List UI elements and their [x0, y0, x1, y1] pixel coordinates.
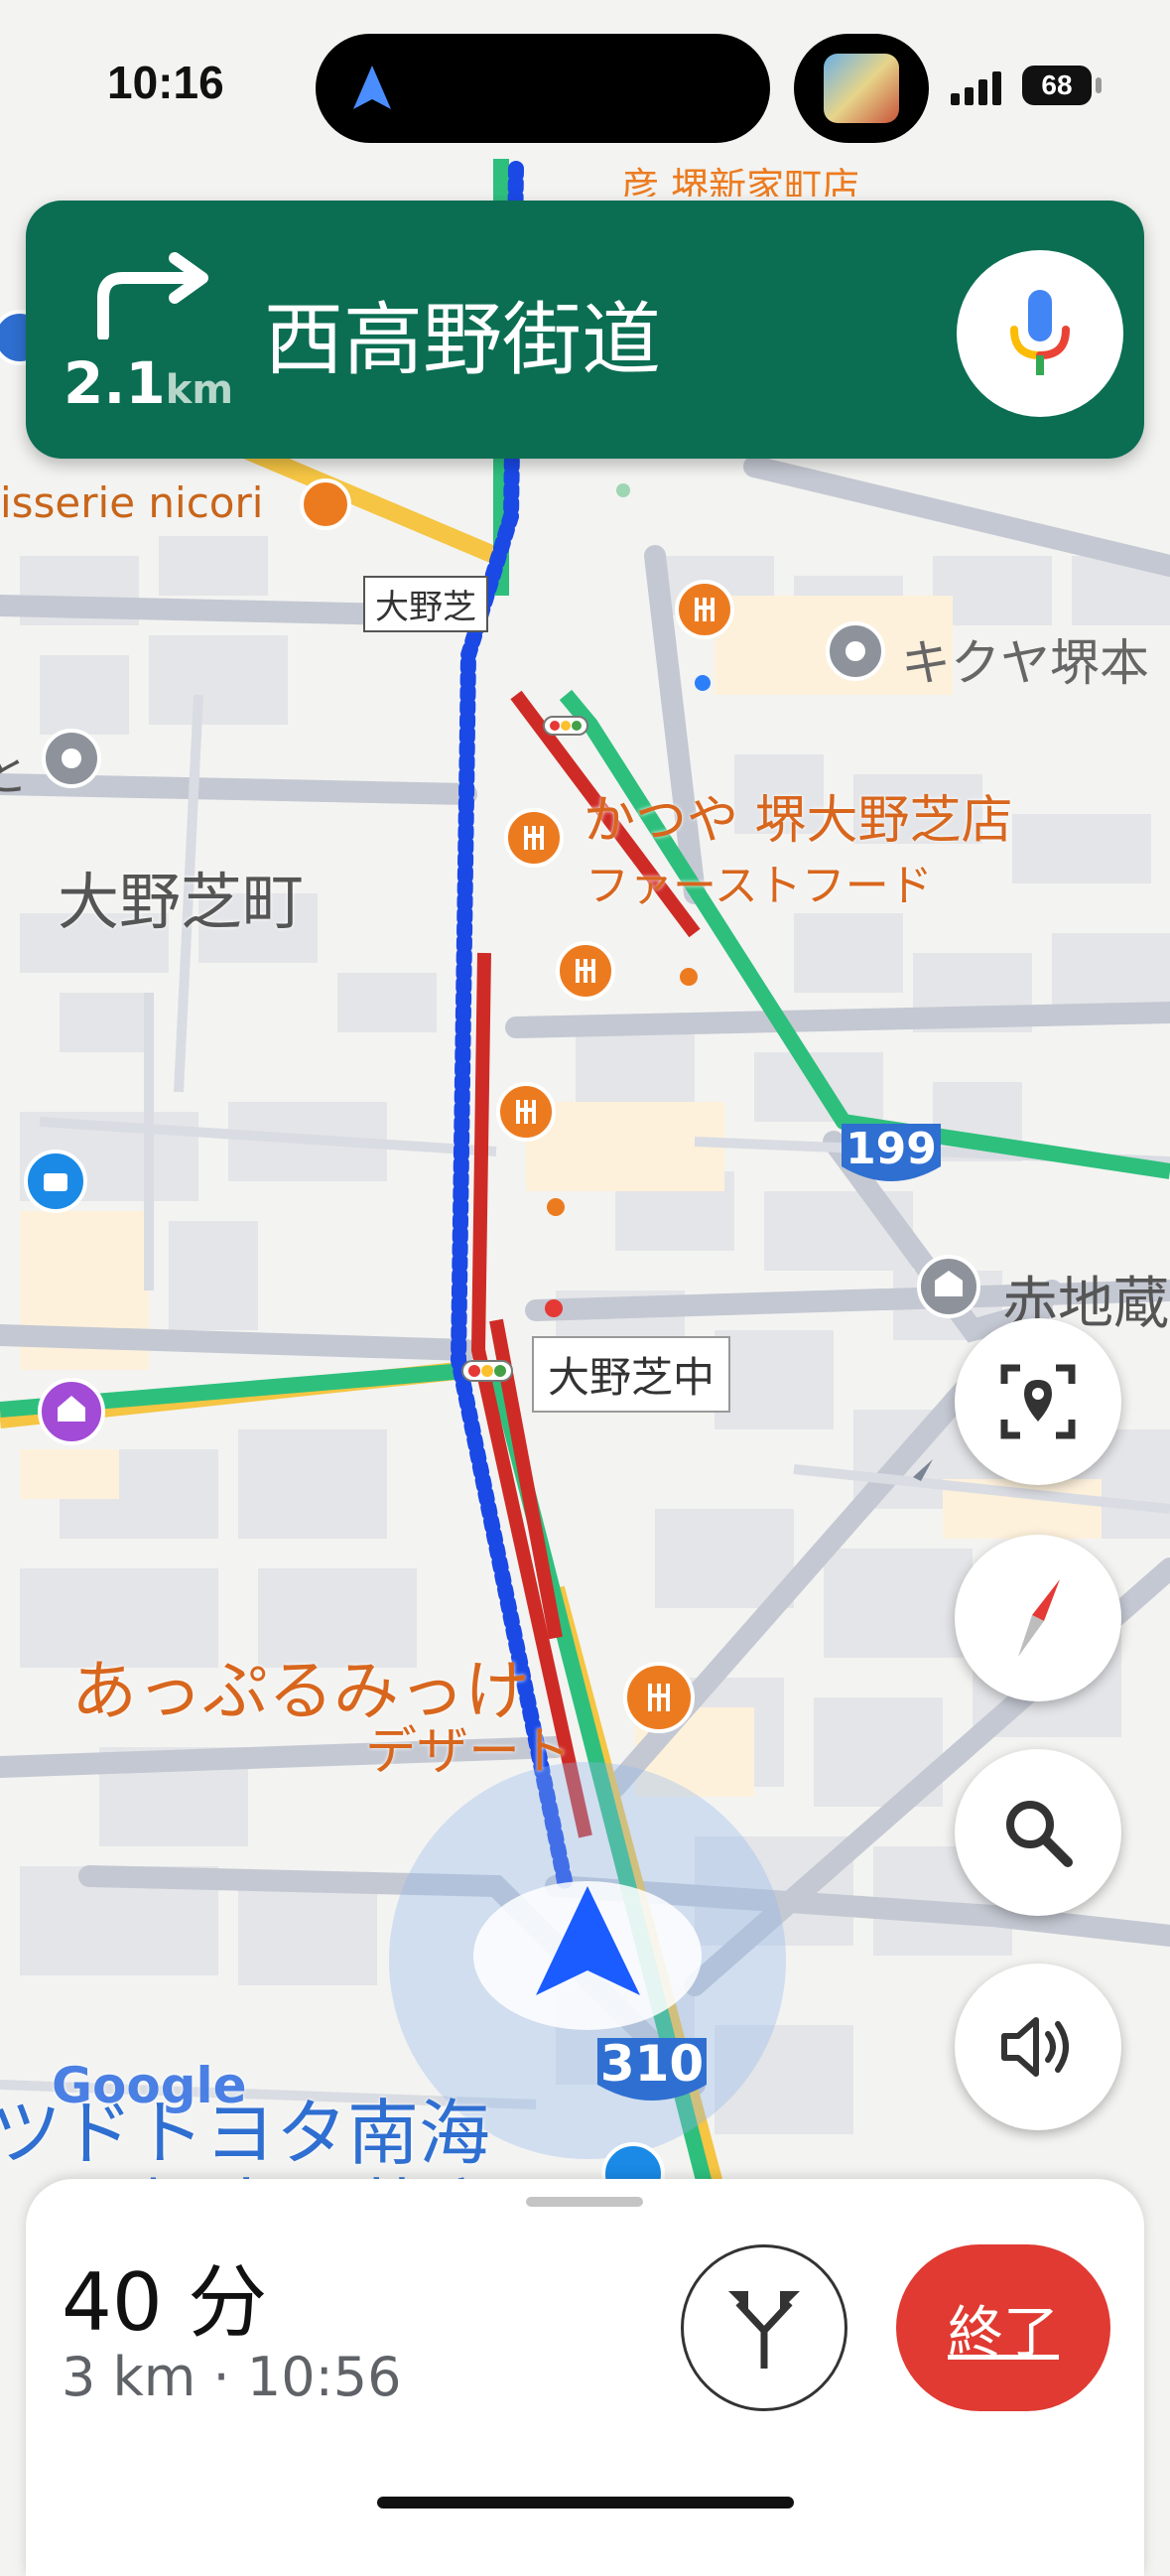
- status-time: 10:16: [107, 57, 224, 108]
- alternate-routes-button[interactable]: [681, 2244, 847, 2411]
- voice-search-button[interactable]: [957, 250, 1123, 417]
- sheet-drag-handle[interactable]: [526, 2197, 643, 2207]
- app-thumbnail[interactable]: [794, 34, 929, 143]
- map-label-route-310: 310: [599, 2035, 705, 2093]
- status-bar: 10:16 68: [0, 0, 1170, 169]
- map-label-patisserie: isserie nicori: [0, 478, 264, 527]
- map-label-left-partial: と: [0, 747, 28, 801]
- street-name: 西高野街道: [264, 294, 661, 386]
- dynamic-island: [316, 34, 770, 143]
- trip-details: 3 km · 10:56: [62, 2346, 402, 2408]
- battery-level: 68: [1041, 69, 1073, 100]
- turn-right-icon: [97, 252, 208, 339]
- map-label-station-onoshiba: 大野芝: [363, 576, 488, 632]
- end-navigation-button[interactable]: 終了: [896, 2244, 1110, 2411]
- volume-icon: [1001, 2017, 1069, 2077]
- search-icon: [1006, 1801, 1073, 1867]
- map-label-onoshibacho: 大野芝町: [58, 866, 305, 938]
- map-label-kikuya: キクヤ堺本: [901, 634, 1149, 692]
- route-fork-icon: [728, 2291, 800, 2369]
- end-navigation-label: 終了: [948, 2300, 1059, 2366]
- map-label-dessert: デザート: [365, 1722, 573, 1782]
- location-scan-icon: [1000, 1364, 1076, 1439]
- temple-poi-icon[interactable]: [38, 1378, 105, 1445]
- traffic-light-icon: [461, 1360, 513, 1382]
- navigation-icon: [353, 66, 391, 109]
- turn-distance-value: 2.1: [64, 349, 166, 417]
- map-label-katsuya: かつや 堺大野芝店: [584, 791, 1013, 851]
- compass-icon: [1018, 1579, 1060, 1657]
- map-label-top-partial: 彦 堺新家町店: [621, 167, 860, 197]
- home-indicator: [377, 2497, 794, 2508]
- turn-distance: 2.1km: [64, 349, 233, 417]
- battery-icon: 68: [1022, 66, 1092, 105]
- map-label-fastfood: ファーストフード: [585, 861, 933, 911]
- report-location-button[interactable]: [955, 1318, 1121, 1485]
- trip-duration: 40 分: [62, 2256, 268, 2349]
- trip-summary-sheet[interactable]: 40 分 3 km · 10:56 終了: [26, 2179, 1144, 2576]
- compass-button[interactable]: [955, 1535, 1121, 1701]
- traffic-light-icon: [543, 716, 588, 736]
- navigation-instruction-card[interactable]: 2.1km 西高野街道: [26, 201, 1144, 459]
- sound-button[interactable]: [955, 1964, 1121, 2130]
- map-label-route-199: 199: [845, 1124, 937, 1174]
- map-label-onoshiba-naka: 大野芝中: [532, 1336, 731, 1413]
- microphone-icon: [1010, 290, 1070, 375]
- search-along-route-button[interactable]: [955, 1749, 1121, 1916]
- turn-distance-unit: km: [165, 367, 234, 413]
- signal-icon: [951, 71, 1001, 105]
